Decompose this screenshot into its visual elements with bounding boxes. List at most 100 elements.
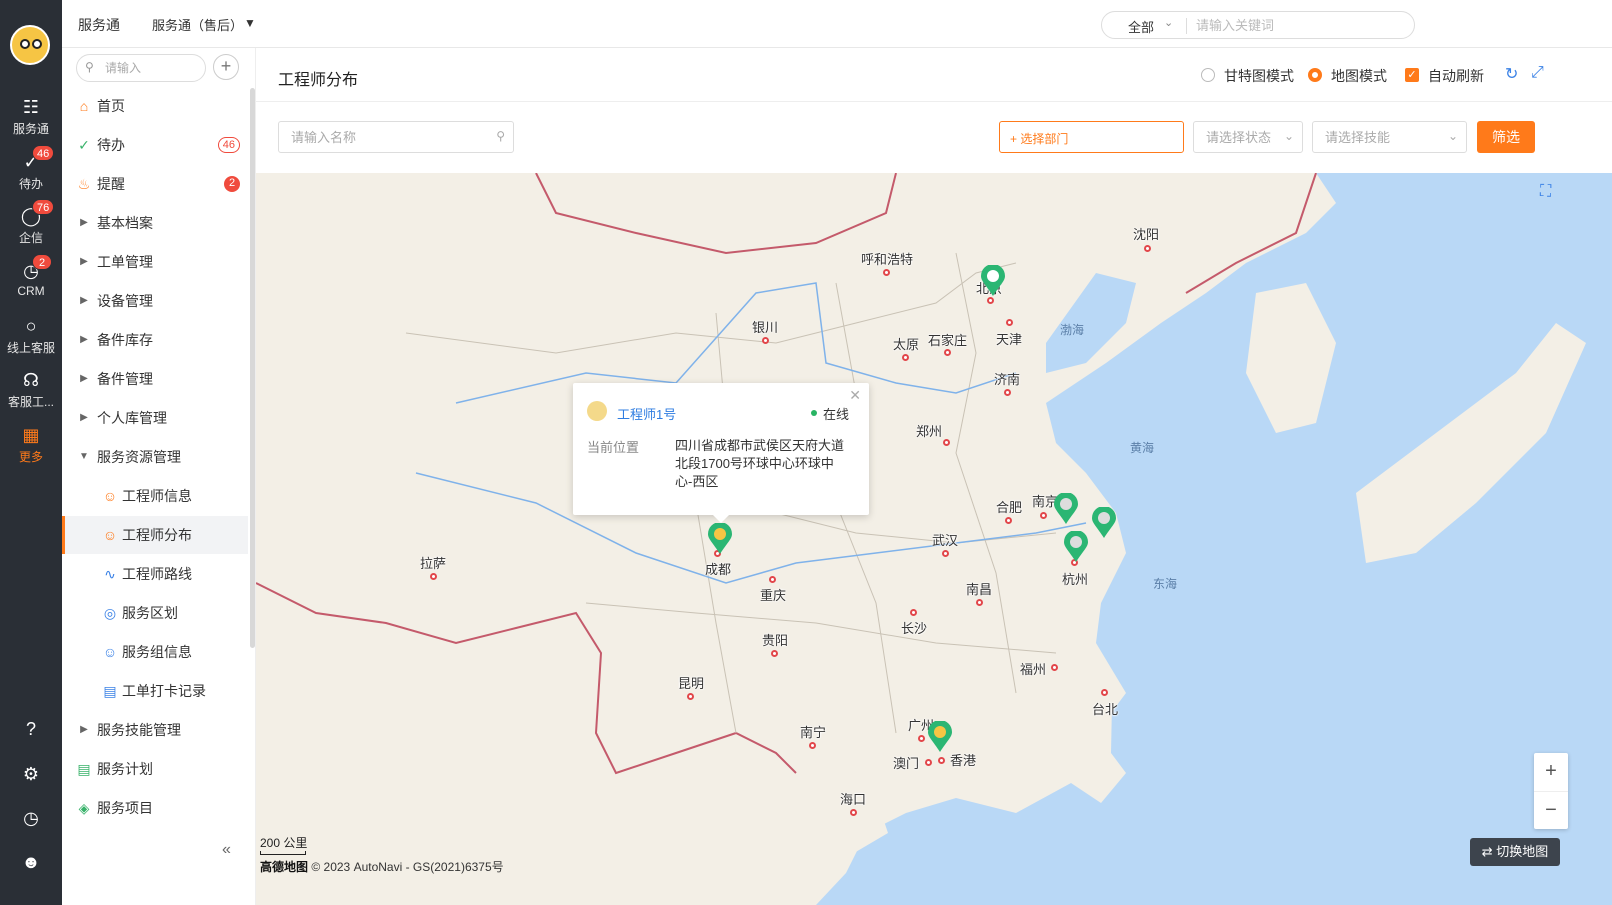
engineer-map[interactable]: 呼和浩特 沈阳 北京 天津 石家庄 太原 银川 济南 郑州 南京 合肥 武汉 杭… xyxy=(256,173,1612,905)
city-label: 银川 xyxy=(752,320,779,335)
zoom-out-button[interactable]: − xyxy=(1534,791,1568,829)
sidebar-item-basic-archive[interactable]: ▶ 基本档案 xyxy=(62,204,248,242)
sidebar-item-device[interactable]: ▶ 设备管理 xyxy=(62,282,248,320)
search-scope-select[interactable]: 全部 xyxy=(1128,17,1154,36)
sidebar-item-reminder[interactable]: ♨ 提醒 2 xyxy=(62,165,248,203)
caret-right-icon: ▶ xyxy=(80,295,88,306)
sidebar-item-personal-stock[interactable]: ▶ 个人库管理 xyxy=(62,399,248,437)
sidebar-item-spare-mgmt[interactable]: ▶ 备件管理 xyxy=(62,360,248,398)
sidebar-item-punch-record[interactable]: ▤ 工单打卡记录 xyxy=(62,672,248,710)
engineer-pin[interactable] xyxy=(928,721,952,753)
sidebar-item-skill-mgmt[interactable]: ▶ 服务技能管理 xyxy=(62,711,248,749)
filter-button[interactable]: 筛选 xyxy=(1477,121,1535,153)
status-select[interactable]: ⌄ xyxy=(1193,121,1303,153)
sidebar-item-workorder[interactable]: ▶ 工单管理 xyxy=(62,243,248,281)
city-marker xyxy=(1004,389,1011,396)
logo-eye xyxy=(20,39,30,49)
city-marker xyxy=(944,349,951,356)
engineer-map-icon: ☺ xyxy=(102,527,118,543)
region-icon: ◎ xyxy=(103,605,117,621)
collapse-sidebar-icon[interactable]: « xyxy=(222,841,231,859)
sidebar-scrollbar[interactable] xyxy=(250,88,255,648)
headset-icon: ☊ xyxy=(23,370,39,390)
rail-item-agent[interactable]: ☊ 客服工... xyxy=(0,363,62,415)
check-circle-icon: ✓ xyxy=(78,137,90,153)
engineer-pin[interactable] xyxy=(1092,507,1116,539)
gantt-mode-label[interactable]: 甘特图模式 xyxy=(1224,66,1294,86)
sidebar-item-resource-mgmt[interactable]: ▼ 服务资源管理 xyxy=(62,438,248,476)
engineer-pin[interactable] xyxy=(708,523,732,555)
rail-item-online-service[interactable]: ○ 线上客服 xyxy=(0,309,62,361)
map-scale: 200 公里 xyxy=(260,836,308,850)
gantt-mode-radio[interactable] xyxy=(1201,68,1215,82)
sidebar-item-service-project[interactable]: ◈ 服务项目 xyxy=(62,789,248,827)
skill-select-input[interactable] xyxy=(1323,128,1443,146)
switch-map-button[interactable]: ⇄ 切换地图 xyxy=(1470,838,1560,866)
rail-item-more[interactable]: ▦ 更多 xyxy=(0,418,62,470)
main-content: 工程师分布 甘特图模式 地图模式 ✓ 自动刷新 ↻ ⤢ ⚲ + 选择部门 ⌄ ⌄… xyxy=(256,48,1612,905)
map-mode-radio[interactable] xyxy=(1308,68,1322,82)
app-switcher[interactable]: 服务通（售后） xyxy=(152,15,243,34)
sidebar-item-service-region[interactable]: ◎ 服务区划 xyxy=(62,594,248,632)
sidebar-item-engineer-route[interactable]: ∿ 工程师路线 xyxy=(62,555,248,593)
sidebar-item-home[interactable]: ⌂ 首页 xyxy=(62,87,248,125)
engineer-pin[interactable] xyxy=(1054,493,1078,525)
engineer-pin[interactable] xyxy=(1064,531,1088,563)
dept-select[interactable]: + 选择部门 xyxy=(999,121,1184,153)
reminder-badge: 2 xyxy=(224,176,240,192)
sidebar-item-service-group[interactable]: ☺ 服务组信息 xyxy=(62,633,248,671)
fullscreen-icon[interactable]: ⤢ xyxy=(1531,64,1544,82)
settings-icon[interactable]: ⚙ xyxy=(0,759,62,789)
user-list-icon[interactable]: ☻ xyxy=(0,847,62,877)
rail-item-service[interactable]: ☷ 服务通 xyxy=(0,90,62,142)
city-marker xyxy=(883,269,890,276)
auto-refresh-label[interactable]: 自动刷新 xyxy=(1428,66,1484,86)
location-label: 当前位置 xyxy=(587,440,640,455)
city-label: 合肥 xyxy=(996,500,1023,515)
zoom-in-button[interactable]: + xyxy=(1534,753,1568,791)
rail-item-crm[interactable]: ◷ CRM 2 xyxy=(0,254,62,306)
support-chat-icon: ○ xyxy=(25,316,37,336)
refresh-icon[interactable]: ↻ xyxy=(1505,64,1518,84)
map-fullscreen-icon[interactable]: ⛶ xyxy=(1540,183,1551,201)
map-mode-label[interactable]: 地图模式 xyxy=(1331,66,1387,86)
rail-badge: 46 xyxy=(32,145,55,161)
caret-right-icon: ▶ xyxy=(80,217,88,228)
todo-badge: 46 xyxy=(217,137,240,153)
city-label: 济南 xyxy=(994,372,1021,387)
engineer-name-link[interactable]: 工程师1号 xyxy=(617,404,676,423)
app-logo[interactable] xyxy=(10,25,50,65)
history-icon[interactable]: ◷ xyxy=(0,803,62,833)
close-icon[interactable]: ✕ xyxy=(849,387,861,404)
sidebar-item-service-plan[interactable]: ▤ 服务计划 xyxy=(62,750,248,788)
clipboard-icon: ☷ xyxy=(22,97,40,117)
city-label: 天津 xyxy=(996,332,1023,347)
sidebar-item-engineer-info[interactable]: ☺ 工程师信息 xyxy=(62,477,248,515)
app-name[interactable]: 服务通 xyxy=(78,15,120,35)
avatar xyxy=(587,401,607,421)
rail-item-chat[interactable]: ◯ 企信 76 xyxy=(0,199,62,251)
auto-refresh-checkbox[interactable]: ✓ xyxy=(1405,68,1419,82)
sidebar-item-todo[interactable]: ✓ 待办 46 xyxy=(62,126,248,164)
city-marker xyxy=(769,576,776,583)
caret-right-icon: ▶ xyxy=(80,334,88,345)
name-filter-input[interactable] xyxy=(289,128,479,146)
name-filter: ⚲ xyxy=(278,121,514,153)
sidebar-search-input[interactable] xyxy=(103,59,199,77)
chevron-down-icon[interactable]: ▼ xyxy=(244,16,256,30)
add-button[interactable]: + xyxy=(213,54,239,80)
sidebar-item-spare-stock[interactable]: ▶ 备件库存 xyxy=(62,321,248,359)
switch-map-icon: ⇄ xyxy=(1481,844,1497,859)
location-value: 四川省成都市武侯区天府大道北段1700号环球中心环球中心-西区 xyxy=(675,438,845,489)
chevron-down-icon[interactable]: ⌄ xyxy=(1164,16,1173,29)
skill-select[interactable]: ⌄ xyxy=(1312,121,1467,153)
city-marker xyxy=(1006,319,1013,326)
engineer-pin[interactable] xyxy=(981,265,1005,297)
rail-item-todo[interactable]: ✓ 待办 46 xyxy=(0,145,62,197)
status-select-input[interactable] xyxy=(1204,128,1284,146)
sidebar-item-engineer-map[interactable]: ☺ 工程师分布 xyxy=(62,516,248,554)
help-icon[interactable]: ? xyxy=(0,714,62,744)
global-search-input[interactable] xyxy=(1194,15,1404,35)
city-marker xyxy=(943,439,950,446)
search-icon: ⚲ xyxy=(496,129,505,143)
